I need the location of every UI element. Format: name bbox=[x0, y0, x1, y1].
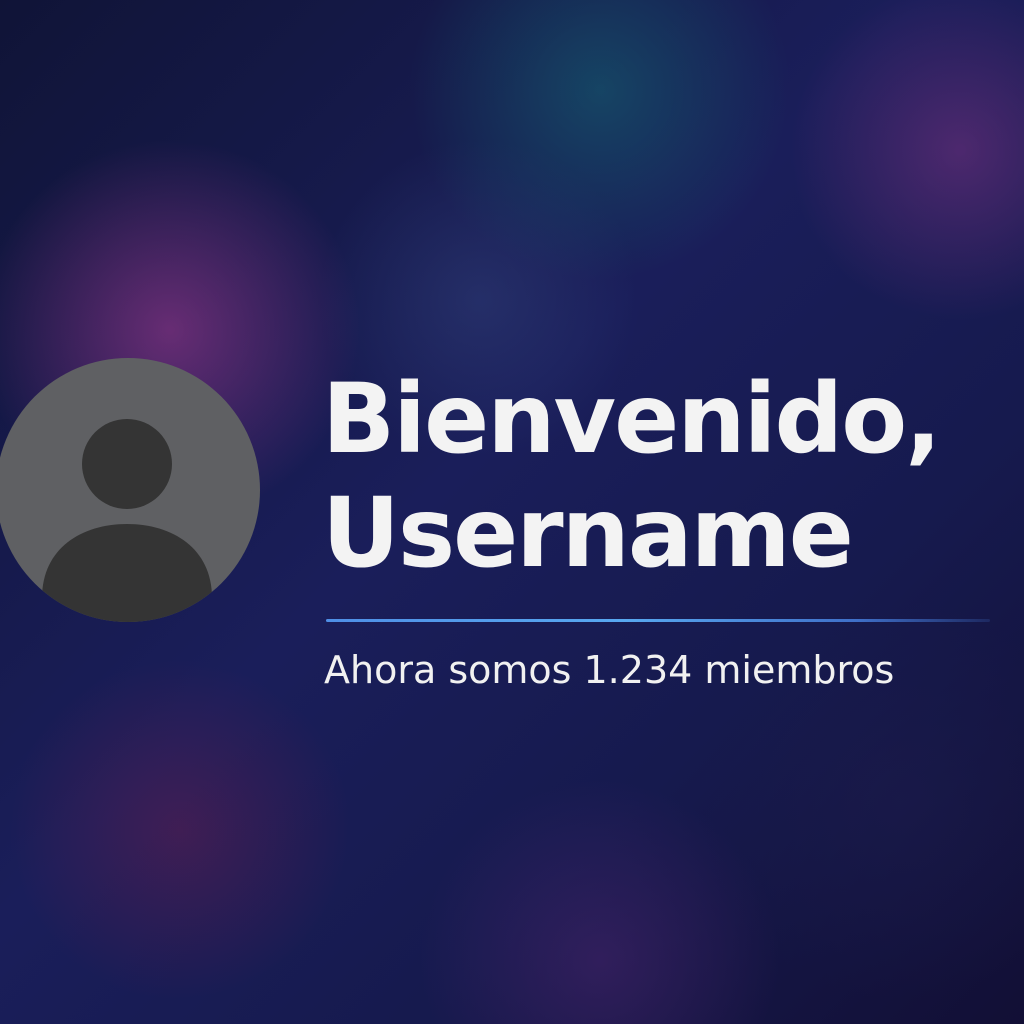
default-user-avatar-icon bbox=[42, 419, 212, 622]
avatar bbox=[0, 358, 260, 622]
username-text: Username bbox=[322, 477, 854, 589]
greeting-line: Bienvenido, bbox=[322, 363, 942, 475]
member-count-text: Ahora somos 1.234 miembros bbox=[324, 648, 895, 692]
avatar-head bbox=[82, 419, 172, 509]
welcome-card: Bienvenido, Username Ahora somos 1.234 m… bbox=[0, 0, 1024, 1024]
welcome-title: Bienvenido, Username bbox=[322, 362, 1012, 590]
avatar-body bbox=[42, 524, 212, 622]
title-divider bbox=[326, 619, 990, 622]
